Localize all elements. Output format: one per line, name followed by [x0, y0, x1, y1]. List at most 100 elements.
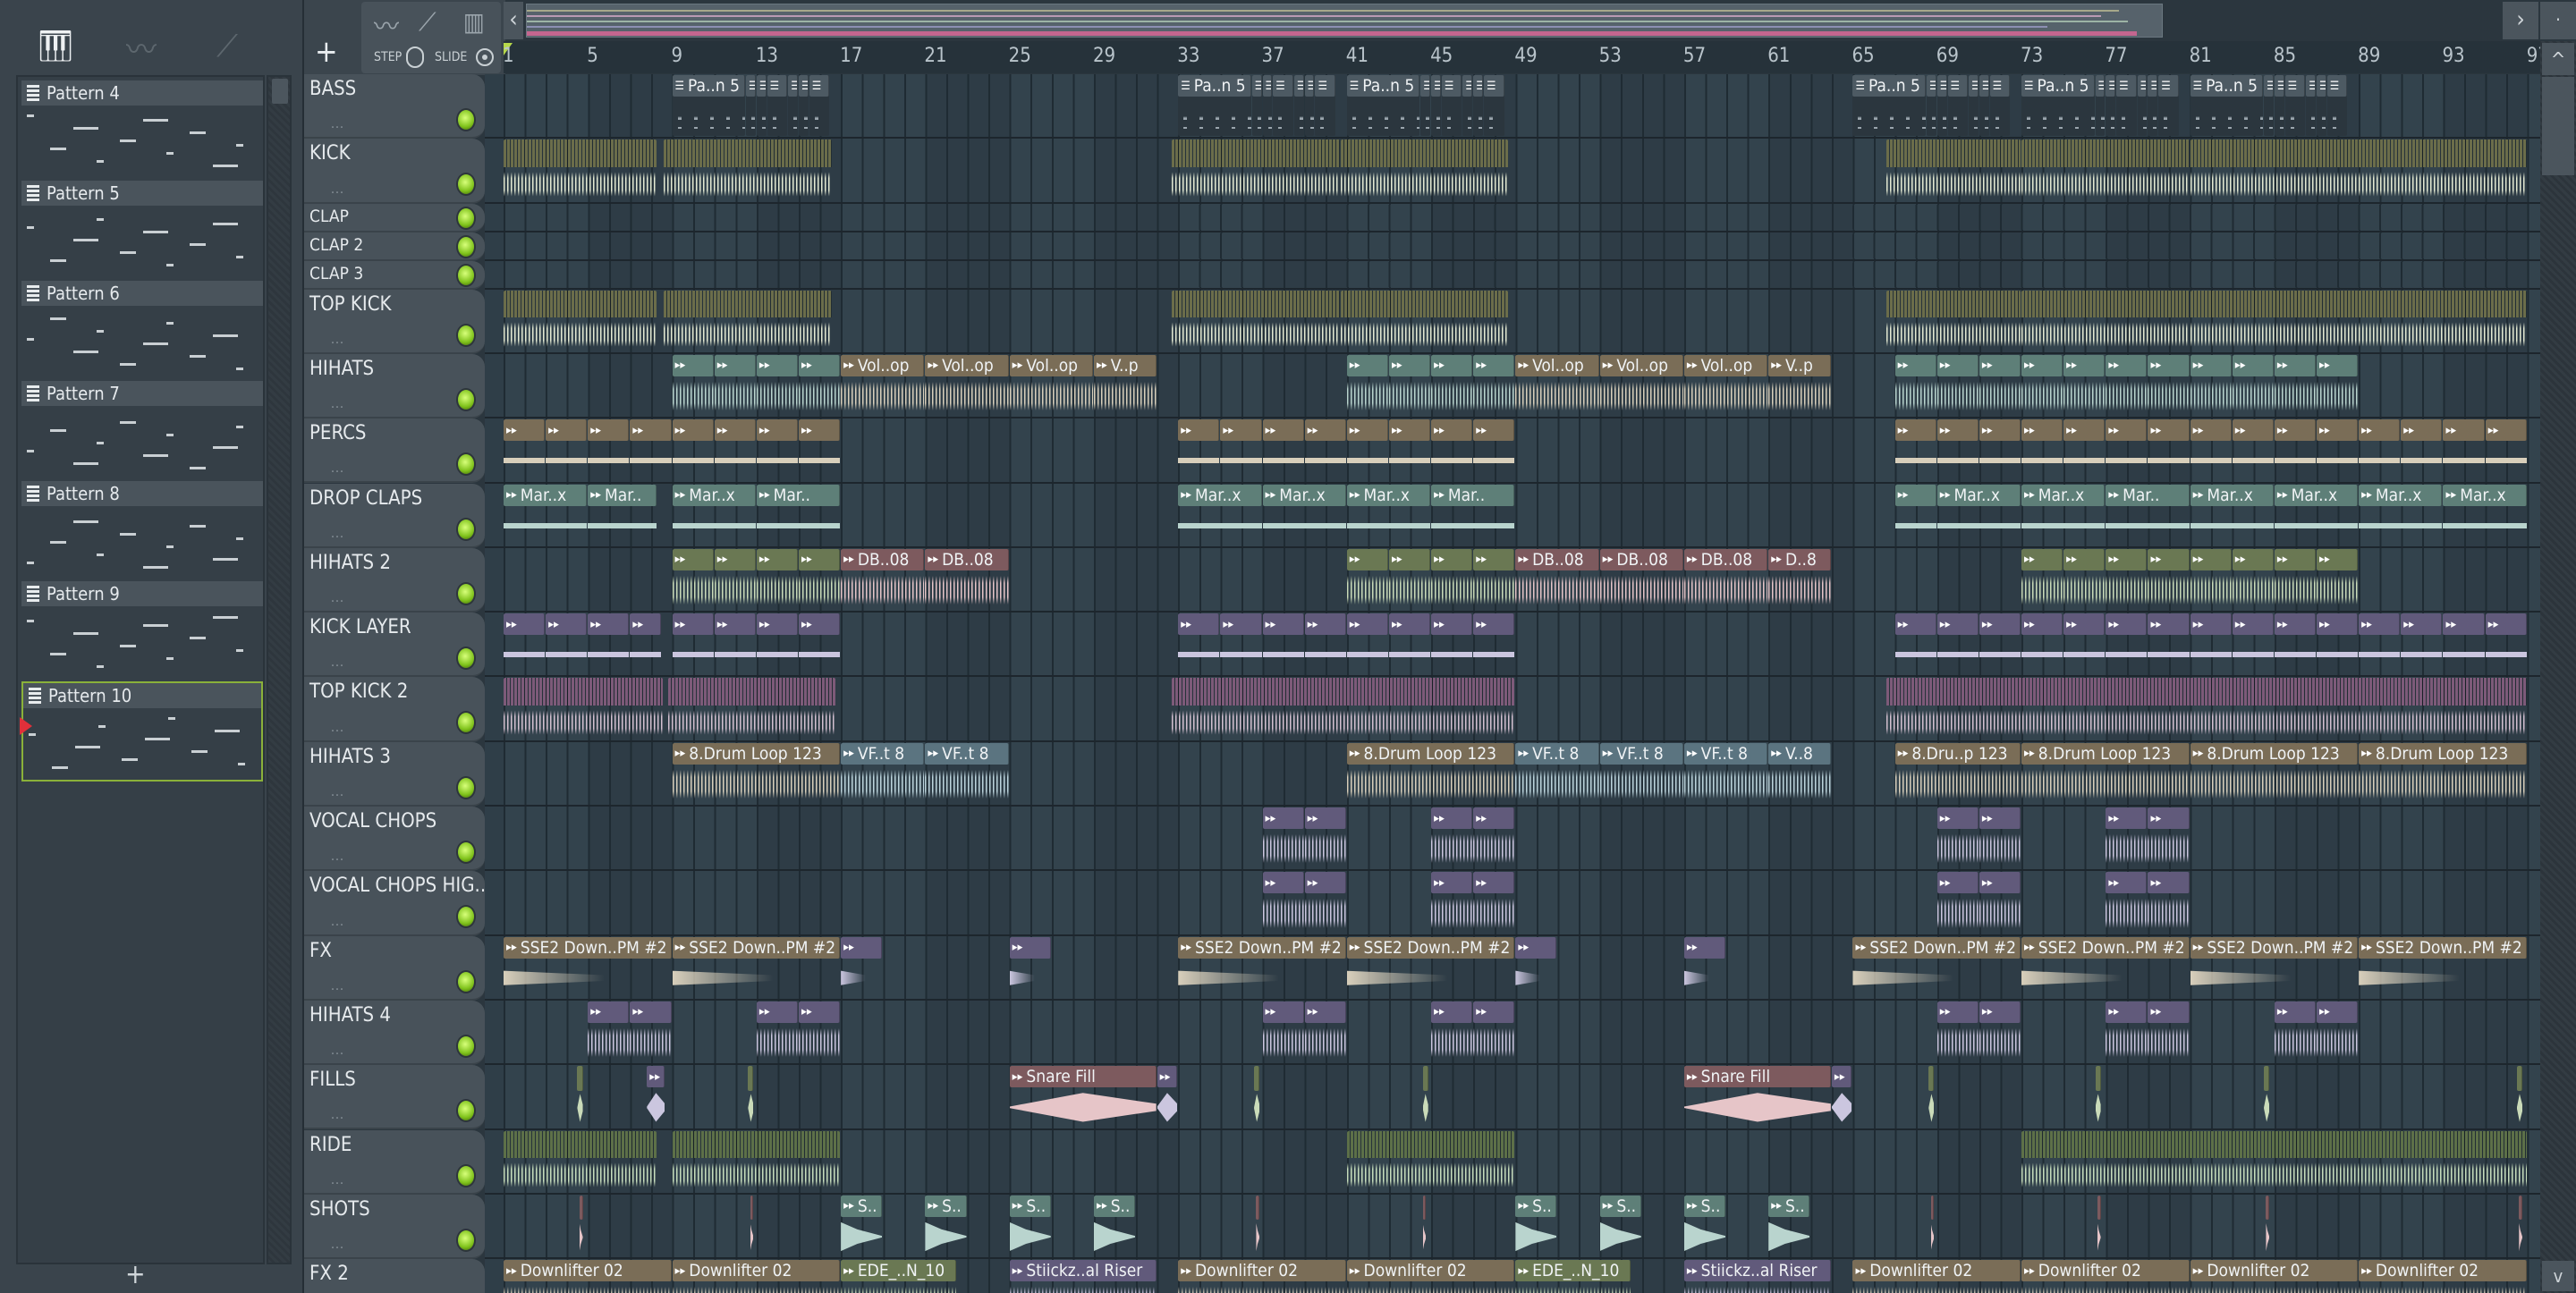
playlist-clip[interactable]: ☰: [2158, 75, 2179, 137]
playlist-clip[interactable]: ▸▸: [1894, 354, 1936, 416]
track-mute-led[interactable]: [458, 265, 474, 285]
playlist-clip[interactable]: ▸▸: [1346, 419, 1388, 480]
playlist-clip[interactable]: ☰: [809, 75, 830, 137]
playlist-clip[interactable]: ▸▸ 8.Drum Loop 123: [2190, 742, 2359, 804]
playlist-clip[interactable]: ☰: [1441, 75, 1462, 137]
track-options-icon[interactable]: ...: [331, 117, 344, 131]
track-options-icon[interactable]: ...: [331, 721, 344, 735]
add-pattern-button[interactable]: +: [125, 1259, 146, 1290]
playlist-clip[interactable]: ▸▸: [756, 354, 798, 416]
track-options-icon[interactable]: ...: [331, 182, 344, 197]
playlist-clip[interactable]: ☰: [2148, 75, 2158, 137]
playlist-clip[interactable]: [1172, 139, 1340, 200]
playlist-clip[interactable]: ▸▸: [630, 613, 661, 674]
playlist-clip[interactable]: ▸▸: [2106, 354, 2148, 416]
playlist-clip[interactable]: ▸▸: [1431, 354, 1473, 416]
track-header[interactable]: SHOTS...: [304, 1194, 485, 1260]
playlist-clip[interactable]: ▸▸: [2274, 1001, 2316, 1062]
scroll-right-button[interactable]: ›: [2503, 2, 2538, 39]
track-name[interactable]: HIHATS 4: [309, 1004, 391, 1027]
playlist-clip[interactable]: ▸▸: [1262, 1001, 1304, 1062]
track-mute-led[interactable]: [458, 110, 474, 130]
playlist-clip[interactable]: ▸▸: [1473, 548, 1515, 610]
playlist-clip[interactable]: ▸▸: [1936, 419, 1979, 480]
playlist-clip[interactable]: ▸▸: [2274, 613, 2316, 674]
playlist-clip[interactable]: [579, 1195, 583, 1256]
track-options-icon[interactable]: ...: [331, 1108, 344, 1122]
track-options-icon[interactable]: ...: [331, 1044, 344, 1058]
playlist-clip[interactable]: [504, 261, 841, 287]
track-name[interactable]: VOCAL CHOPS: [309, 810, 436, 832]
playlist-clip[interactable]: [2021, 1130, 2527, 1192]
track-mute-led[interactable]: [458, 207, 474, 228]
track-mute-led[interactable]: [458, 236, 474, 257]
track-name[interactable]: FILLS: [309, 1069, 356, 1091]
playlist-clip[interactable]: ▸▸ SSE2 Down..PM #2: [2190, 936, 2359, 998]
playlist-clip[interactable]: ▸▸: [1304, 872, 1346, 933]
playlist-clip[interactable]: ▸▸: [1431, 807, 1473, 868]
playlist-grid[interactable]: ☰Pa..n 5☰☰☰☰☰☰☰Pa..n 5☰☰☰☰☰☰☰Pa..n 5☰☰☰☰…: [485, 74, 2540, 1293]
playlist-clip[interactable]: [504, 678, 664, 739]
playlist-clip[interactable]: ▸▸ Vol..op: [1683, 354, 1768, 416]
track-header[interactable]: CLAP 3: [304, 260, 485, 290]
playlist-clip[interactable]: ▸▸: [2021, 354, 2063, 416]
playlist-clip[interactable]: [1852, 204, 2527, 230]
playlist-clip[interactable]: [1852, 261, 2527, 287]
playlist-clip[interactable]: ▸▸ SSE2 Down..PM #2: [2359, 936, 2527, 998]
pattern-list-scrollbar[interactable]: [267, 75, 292, 1264]
track-options-icon[interactable]: ...: [331, 527, 344, 541]
playlist-clip[interactable]: ▸▸ Mar..: [756, 484, 841, 545]
playlist-clip[interactable]: [1422, 1195, 1427, 1256]
pattern-header[interactable]: Pattern 5: [21, 181, 263, 206]
playlist-clip[interactable]: ▸▸ SSE2 Down..PM #2: [672, 936, 841, 998]
track-name[interactable]: HIHATS 2: [309, 552, 391, 574]
playlist-clip[interactable]: ▸▸ V..p: [1768, 354, 1831, 416]
playlist-clip[interactable]: ▸▸ S..: [925, 1195, 967, 1256]
playlist-clip[interactable]: ▸▸: [588, 1001, 630, 1062]
step-toggle[interactable]: [406, 46, 424, 68]
track-header[interactable]: FILLS...: [304, 1065, 485, 1130]
track-options-icon[interactable]: ...: [331, 979, 344, 993]
playlist-clip[interactable]: [1346, 1130, 1515, 1192]
playlist-clip[interactable]: ▸▸ Stiickz..al Riser: [1683, 1260, 1831, 1293]
playlist-clip[interactable]: ▸▸: [2317, 613, 2359, 674]
playlist-clip[interactable]: ▸▸ VF..t 8: [1515, 742, 1599, 804]
playlist-clip[interactable]: ▸▸: [1346, 548, 1388, 610]
playlist-clip[interactable]: ▸▸: [1304, 613, 1346, 674]
playlist-clip[interactable]: ▸▸ Stiickz..al Riser: [1009, 1260, 1157, 1293]
track-options-icon[interactable]: ...: [331, 655, 344, 670]
track-options-icon[interactable]: ...: [331, 461, 344, 476]
playlist-clip[interactable]: ☰: [1979, 75, 1989, 137]
playlist-clip[interactable]: ▸▸ Vol..op: [1009, 354, 1093, 416]
playlist-clip[interactable]: ▸▸: [1515, 936, 1557, 998]
playlist-clip[interactable]: ▸▸: [1157, 1066, 1178, 1127]
playlist-clip[interactable]: [2516, 1066, 2522, 1127]
track-name[interactable]: RIDE: [309, 1134, 352, 1156]
track-name[interactable]: BASS: [309, 78, 356, 100]
playlist-clip[interactable]: ▸▸: [756, 548, 798, 610]
playlist-clip[interactable]: ▸▸: [2148, 548, 2190, 610]
playlist-clip[interactable]: ▸▸ 8.Drum Loop 123: [1346, 742, 1515, 804]
playlist-clip[interactable]: ▸▸: [2274, 354, 2316, 416]
playlist-clip[interactable]: [672, 1130, 841, 1192]
playlist-clip[interactable]: [1178, 204, 1515, 230]
playlist-clip[interactable]: [2021, 290, 2190, 351]
playlist-clip[interactable]: ▸▸ S..: [1515, 1195, 1557, 1256]
playlist-clip[interactable]: ☰: [1989, 75, 2011, 137]
scroll-up-button[interactable]: ^: [2542, 43, 2574, 75]
playlist-clip[interactable]: ▸▸: [798, 1001, 841, 1062]
track-header[interactable]: BASS...: [304, 74, 485, 139]
playlist-clip[interactable]: ▸▸ S..: [1009, 1195, 1051, 1256]
track-name[interactable]: CLAP: [309, 207, 349, 226]
playlist-clip[interactable]: ☰: [1947, 75, 1969, 137]
playlist-clip[interactable]: ▸▸: [1262, 419, 1304, 480]
pattern-header[interactable]: Pattern 8: [21, 481, 263, 506]
playlist-clip[interactable]: [504, 1130, 657, 1192]
playlist-clip[interactable]: ▸▸: [1431, 548, 1473, 610]
playlist-clip[interactable]: ▸▸: [1979, 613, 2021, 674]
track-header[interactable]: RIDE...: [304, 1129, 485, 1195]
playlist-clip[interactable]: ▸▸ S..: [841, 1195, 883, 1256]
playlist-clip[interactable]: ☰ Pa..n 5: [1852, 75, 1926, 137]
playlist-clip[interactable]: ▸▸: [647, 1066, 665, 1127]
automation-icon[interactable]: ⟋: [208, 27, 247, 66]
